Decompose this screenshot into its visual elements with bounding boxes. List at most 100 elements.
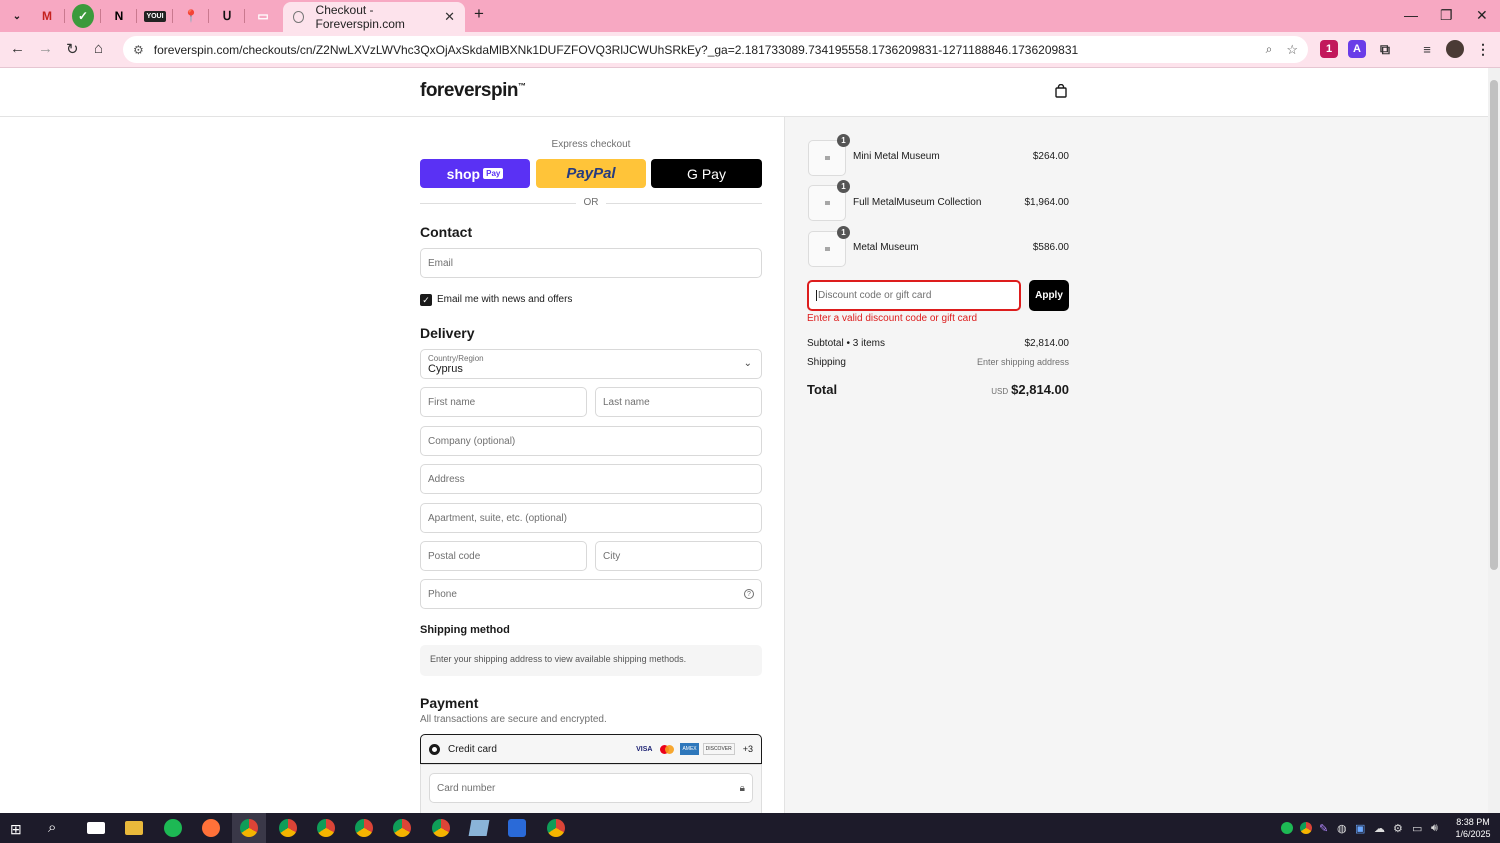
tab-title: Checkout - Foreverspin.com xyxy=(315,3,405,31)
chrome-icon[interactable] xyxy=(355,819,373,837)
spotify-icon[interactable] xyxy=(164,819,182,837)
express-checkout-label: Express checkout xyxy=(551,139,631,150)
firefox-icon[interactable] xyxy=(202,819,220,837)
volume-icon[interactable]: 🔊︎ xyxy=(1431,822,1438,835)
app-blue-icon[interactable] xyxy=(508,819,526,837)
discount-placeholder: Discount code or gift card xyxy=(816,290,932,301)
country-value: Cyprus xyxy=(428,363,463,375)
payment-heading: Payment xyxy=(420,695,479,711)
chrome-icon[interactable] xyxy=(240,819,258,837)
pinned-tab-6[interactable]: ᑌ xyxy=(212,4,242,28)
discount-error-message: Enter a valid discount code or gift card xyxy=(807,313,978,324)
media-control-icon[interactable]: ≡ xyxy=(1418,40,1436,58)
city-field[interactable]: City xyxy=(595,541,762,571)
amex-icon: AMEX xyxy=(680,743,699,755)
credit-card-label: Credit card xyxy=(448,743,497,755)
extension-a-icon[interactable]: A xyxy=(1348,40,1366,58)
tab-checkout[interactable]: Checkout - Foreverspin.com ✕ xyxy=(283,2,465,32)
tray-spotify-icon[interactable] xyxy=(1281,822,1293,834)
search-icon[interactable]: ⌕ xyxy=(48,819,56,836)
tray-pen-icon[interactable]: ✎ xyxy=(1319,822,1328,835)
company-field[interactable]: Company (optional) xyxy=(420,426,762,456)
onedrive-icon[interactable]: ☁ xyxy=(1374,822,1385,835)
site-settings-icon[interactable]: ⚙ xyxy=(133,43,144,57)
card-number-field[interactable]: Card number 🔒︎ xyxy=(429,773,753,803)
google-pay-button[interactable]: G Pay xyxy=(651,159,762,188)
restore-button[interactable]: ❐ xyxy=(1440,7,1453,24)
paypal-button[interactable]: PayPal xyxy=(536,159,646,188)
file-explorer-icon[interactable] xyxy=(125,821,143,835)
phone-field[interactable]: Phone ? xyxy=(420,579,762,609)
visa-icon: VISA xyxy=(636,745,653,753)
extensions-puzzle-icon[interactable]: ⧉ xyxy=(1376,40,1394,58)
credit-card-option[interactable]: Credit card VISA AMEX DISCOVER +3 xyxy=(420,734,762,764)
page-scrollbar[interactable] xyxy=(1488,68,1500,813)
extension-badge-count: 1 xyxy=(1325,43,1333,55)
first-name-field[interactable]: First name xyxy=(420,387,587,417)
chrome-icon[interactable] xyxy=(279,819,297,837)
discount-code-input[interactable]: Discount code or gift card xyxy=(807,280,1021,311)
pinned-tab-4[interactable]: YOUI xyxy=(140,4,170,28)
close-window-button[interactable]: ✕ xyxy=(1476,7,1488,24)
tray-vpn-icon[interactable]: ◍ xyxy=(1337,822,1347,835)
radio-selected[interactable] xyxy=(429,743,440,755)
forward-icon[interactable]: → xyxy=(38,40,53,57)
back-icon[interactable]: ← xyxy=(10,40,25,57)
shopping-bag-icon[interactable] xyxy=(1055,84,1067,98)
apply-button[interactable]: Apply xyxy=(1029,280,1069,311)
chevron-down-icon: ⌄ xyxy=(743,358,752,369)
scrollbar-thumb[interactable] xyxy=(1490,80,1498,570)
video-app-icon[interactable] xyxy=(87,822,105,834)
pinned-tab-7[interactable]: ▭ xyxy=(248,4,278,28)
close-tab-icon[interactable]: ✕ xyxy=(444,9,455,25)
minimize-button[interactable]: — xyxy=(1404,7,1418,23)
shop-pay-button[interactable]: shop Pay xyxy=(420,159,530,188)
help-icon[interactable]: ? xyxy=(744,589,754,599)
address-bar[interactable]: ⚙ foreverspin.com/checkouts/cn/Z2NwLXVzL… xyxy=(123,36,1308,63)
profile-avatar[interactable] xyxy=(1446,40,1464,58)
apartment-field[interactable]: Apartment, suite, etc. (optional) xyxy=(420,503,762,533)
zoom-icon[interactable]: ⌕ xyxy=(1266,42,1273,57)
home-icon[interactable]: ⌂ xyxy=(94,40,103,57)
product-name: Mini Metal Museum xyxy=(853,151,940,162)
chrome-icon[interactable] xyxy=(547,819,565,837)
shop-pay-label: shop xyxy=(446,165,481,182)
notepad-icon[interactable] xyxy=(468,820,490,836)
chrome-icon[interactable] xyxy=(432,819,450,837)
product-price: $1,964.00 xyxy=(1024,197,1070,208)
chrome-icon[interactable] xyxy=(393,819,411,837)
network-icon[interactable]: ▭ xyxy=(1412,822,1422,835)
newsletter-checkbox[interactable]: ✓ xyxy=(420,294,432,306)
extension-badge-icon[interactable]: 1 xyxy=(1320,40,1338,58)
browser-menu-icon[interactable]: ⋮ xyxy=(1474,40,1492,58)
address-field[interactable]: Address xyxy=(420,464,762,494)
reload-icon[interactable]: ↻ xyxy=(66,40,79,58)
pinned-tab-5[interactable]: 📍 xyxy=(176,4,206,28)
tray-app-icon[interactable]: ▣ xyxy=(1355,822,1365,835)
shipping-method-heading: Shipping method xyxy=(420,624,510,636)
total-value: $2,814.00 xyxy=(1011,382,1069,397)
tab-search-icon[interactable]: ⌄ xyxy=(2,4,32,28)
chrome-icon[interactable] xyxy=(317,819,335,837)
pinned-tab-gmail[interactable]: M xyxy=(32,4,62,28)
bookmark-star-icon[interactable]: ☆ xyxy=(1286,42,1298,58)
windows-start-icon[interactable]: ⊞ xyxy=(10,821,22,838)
email-field[interactable]: Email xyxy=(420,248,762,278)
tray-settings-icon[interactable]: ⚙ xyxy=(1393,822,1403,835)
quantity-badge: 1 xyxy=(837,134,850,147)
clock[interactable]: 8:38 PM 1/6/2025 xyxy=(1450,816,1496,840)
currency-code: USD xyxy=(991,387,1009,396)
shipping-method-notice: Enter your shipping address to view avai… xyxy=(420,645,762,676)
new-tab-button[interactable]: + xyxy=(474,4,484,24)
last-name-field[interactable]: Last name xyxy=(595,387,762,417)
postal-code-field[interactable]: Postal code xyxy=(420,541,587,571)
country-select[interactable]: Country/Region Cyprus ⌄ xyxy=(420,349,762,379)
lock-icon: 🔒︎ xyxy=(739,782,745,794)
site-logo[interactable]: foreverspin™ xyxy=(420,80,526,102)
shop-pay-badge: Pay xyxy=(483,168,504,179)
pinned-tab-2[interactable]: ✓ xyxy=(72,4,94,28)
total-label: Total xyxy=(807,382,838,397)
tray-chrome-icon[interactable] xyxy=(1300,822,1312,834)
phone-placeholder: Phone xyxy=(428,588,457,600)
pinned-tab-notion[interactable]: N xyxy=(104,4,134,28)
